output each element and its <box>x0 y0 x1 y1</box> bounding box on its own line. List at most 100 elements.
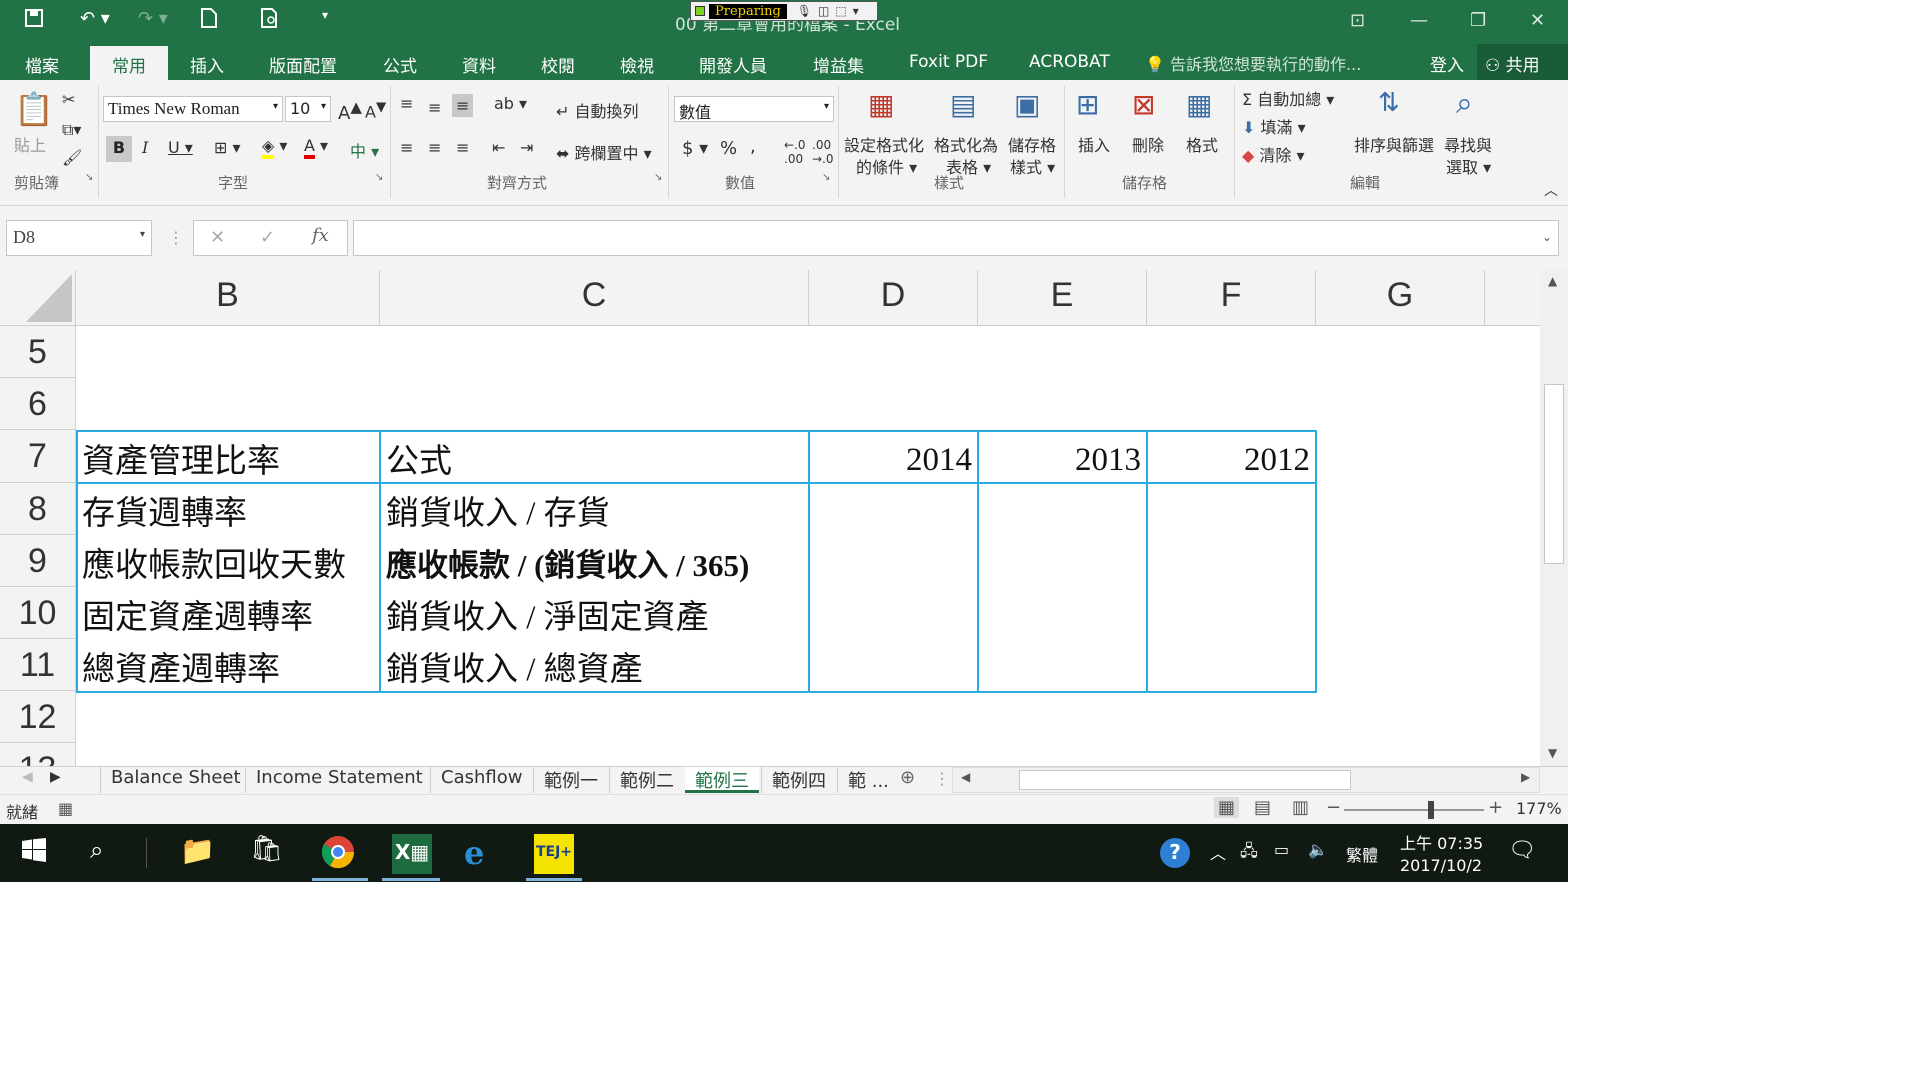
chrome-icon[interactable] <box>320 834 360 874</box>
insert-cells-button[interactable]: 插入 <box>1078 132 1110 156</box>
font-size-select[interactable]: 10 ▾ <box>285 96 331 122</box>
font-color-icon[interactable]: A ▾ <box>304 136 328 159</box>
page-break-view-icon[interactable]: ▥ <box>1292 797 1309 818</box>
print-preview-icon[interactable] <box>260 8 280 33</box>
sheet-tab-income-statement[interactable]: Income Statement <box>245 767 433 793</box>
normal-view-icon[interactable]: ▦ <box>1214 797 1240 818</box>
excel-icon[interactable]: X▦ <box>392 834 432 874</box>
ime-indicator[interactable]: 繁體 <box>1346 842 1378 866</box>
scroll-up-icon[interactable]: ▲ <box>1548 274 1557 288</box>
grow-font-icon[interactable]: A▲ <box>338 98 362 124</box>
camera-icon[interactable]: ◫ <box>818 4 829 18</box>
windows-start-icon[interactable] <box>22 838 46 866</box>
font-name-select[interactable]: Times New Roman ▾ <box>103 96 283 122</box>
cell-c8[interactable]: 銷貨收入 / 存貨 <box>380 488 809 540</box>
name-box[interactable]: D8 ▾ <box>6 220 152 256</box>
sheet-tab-more[interactable]: 範 ... <box>837 767 899 793</box>
cell-f7[interactable]: 2012 <box>1147 434 1316 486</box>
zoom-out-icon[interactable]: − <box>1326 797 1341 818</box>
cell-styles-button[interactable]: 儲存格 <box>1008 132 1056 156</box>
close-icon[interactable]: ✕ <box>1530 10 1545 31</box>
tab-review[interactable]: 校閱 <box>541 52 575 77</box>
cell-d7[interactable]: 2014 <box>809 434 978 486</box>
ribbon-display-icon[interactable]: ⊡ <box>1350 10 1365 31</box>
cancel-icon[interactable]: ✕ <box>210 227 225 248</box>
align-center-icon[interactable]: ≡ <box>428 138 441 157</box>
horizontal-scrollbar[interactable]: ◀ ▶ <box>952 767 1540 793</box>
conditional-format-icon[interactable]: ▦ <box>868 88 894 121</box>
merge-center-button[interactable]: ⬌ 跨欄置中 ▾ <box>556 140 652 164</box>
fill-color-icon[interactable]: ◈ ▾ <box>262 136 287 159</box>
percent-icon[interactable]: % <box>720 138 737 159</box>
search-icon[interactable]: ⌕ <box>90 836 103 864</box>
expand-formula-icon[interactable]: ⌄ <box>1542 230 1552 244</box>
tab-view[interactable]: 檢視 <box>620 52 654 77</box>
align-middle-icon[interactable]: ≡ <box>428 98 441 117</box>
find-select-button[interactable]: 尋找與 <box>1444 132 1492 156</box>
dropdown-icon[interactable]: ▾ <box>853 4 859 18</box>
underline-icon[interactable]: U ▾ <box>168 138 193 157</box>
cell-c11[interactable]: 銷貨收入 / 總資產 <box>380 644 809 696</box>
comma-icon[interactable]: , <box>750 136 756 157</box>
prev-sheet-icon[interactable]: ◀ <box>22 769 33 785</box>
scroll-right-icon[interactable]: ▶ <box>1521 770 1530 784</box>
clock-date[interactable]: 2017/10/2 <box>1400 856 1482 875</box>
increase-decimal-icon[interactable]: ←.0.00 <box>784 138 806 166</box>
wrap-text-button[interactable]: ↵ 自動換列 <box>556 98 639 122</box>
save-icon[interactable] <box>24 8 44 33</box>
currency-icon[interactable]: $ ▾ <box>682 138 708 159</box>
cut-icon[interactable]: ✂ <box>62 90 75 109</box>
tab-acrobat[interactable]: ACROBAT <box>1029 52 1110 72</box>
cell-b7[interactable]: 資產管理比率 <box>76 436 380 488</box>
share-button[interactable]: ⚇ 共用 <box>1477 44 1568 80</box>
tab-splitter-icon[interactable]: ⋮ <box>934 769 950 788</box>
insert-cells-icon[interactable]: ⊞ <box>1076 88 1099 121</box>
align-right-icon[interactable]: ≡ <box>456 138 469 157</box>
sign-in-link[interactable]: 登入 <box>1430 51 1464 76</box>
align-left-icon[interactable]: ≡ <box>400 138 413 157</box>
tab-insert[interactable]: 插入 <box>190 52 224 77</box>
tab-file[interactable]: 檔案 <box>25 52 59 77</box>
cell-styles-label-2-wrap[interactable]: 樣式 ▾ <box>1010 154 1055 178</box>
store-icon[interactable]: 🛍 <box>250 834 290 874</box>
zoom-in-icon[interactable]: + <box>1488 797 1503 818</box>
restore-icon[interactable]: ❐ <box>1470 10 1486 31</box>
undo-icon[interactable]: ↶ ▾ <box>80 8 110 29</box>
increase-indent-icon[interactable]: ⇥ <box>520 138 533 157</box>
drag-handle-icon[interactable]: ⋮ <box>168 228 184 247</box>
file-explorer-icon[interactable]: 📁 <box>180 834 220 874</box>
clipboard-launcher-icon[interactable]: ↘ <box>85 172 93 183</box>
region-icon[interactable]: ⬚ <box>835 4 846 18</box>
cell-b8[interactable]: 存貨週轉率 <box>76 488 380 540</box>
tab-addins[interactable]: 增益集 <box>813 52 864 77</box>
mic-icon[interactable]: 🎙 <box>797 4 812 18</box>
insert-function-icon[interactable]: fx <box>312 225 329 246</box>
sheet-tab-example-3[interactable]: 範例三 <box>685 767 759 793</box>
tab-data[interactable]: 資料 <box>462 52 496 77</box>
delete-cells-button[interactable]: 刪除 <box>1132 132 1164 156</box>
help-icon[interactable]: ? <box>1160 838 1190 868</box>
alignment-launcher-icon[interactable]: ↘ <box>654 172 662 183</box>
italic-icon[interactable]: I <box>142 138 148 157</box>
format-painter-icon[interactable]: 🖌 <box>62 148 82 167</box>
sort-filter-button[interactable]: 排序與篩選 <box>1354 132 1434 156</box>
battery-icon[interactable]: ▭ <box>1274 840 1289 859</box>
sheet-tab-example-2[interactable]: 範例二 <box>609 767 684 793</box>
internet-explorer-icon[interactable]: e <box>464 834 504 874</box>
conditional-format-button[interactable]: 設定格式化 <box>844 132 924 156</box>
paste-icon[interactable]: 📋 <box>14 90 54 128</box>
format-as-table-icon[interactable]: ▤ <box>950 88 976 121</box>
new-file-icon[interactable] <box>200 8 218 33</box>
macro-record-icon[interactable]: ▦ <box>58 799 73 818</box>
autosum-button[interactable]: Σ 自動加總 ▾ <box>1242 86 1334 110</box>
scroll-down-icon[interactable]: ▼ <box>1548 746 1557 760</box>
font-launcher-icon[interactable]: ↘ <box>375 172 383 183</box>
number-launcher-icon[interactable]: ↘ <box>822 172 830 183</box>
show-hidden-icons[interactable]: ︿ <box>1210 840 1226 864</box>
zoom-level[interactable]: 177% <box>1516 799 1562 818</box>
cell-c7[interactable]: 公式 <box>380 436 809 488</box>
cell-b11[interactable]: 總資產週轉率 <box>76 644 380 696</box>
redo-icon[interactable]: ↷ ▾ <box>138 8 168 29</box>
borders-icon[interactable]: ⊞ ▾ <box>214 138 241 157</box>
paste-button[interactable]: 貼上 <box>14 132 46 156</box>
